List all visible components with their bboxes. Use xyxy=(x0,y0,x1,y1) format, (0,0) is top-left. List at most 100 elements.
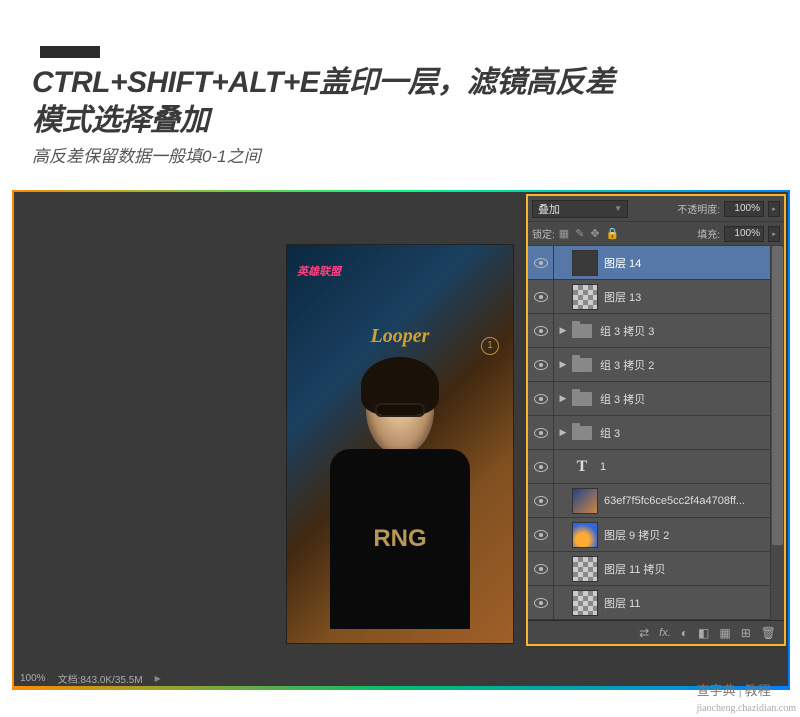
fill-stepper[interactable]: ▸ xyxy=(768,226,780,242)
expand-toggle[interactable]: ▶ xyxy=(554,427,572,438)
lock-row: 锁定: ▦ ✎ ✥ 🔒 填充: 100% ▸ xyxy=(528,222,784,246)
watermark: 查字典 | 教程 jiaocheng.chazidian.com xyxy=(697,680,796,715)
layer-row[interactable]: 63ef7f5fc6ce5cc2f4a4708ff... xyxy=(528,484,784,518)
layer-name: 组 3 拷贝 2 xyxy=(600,357,784,373)
artwork-badge: 1 xyxy=(481,337,499,355)
artwork-preview: 英雄联盟 Looper 1 RNG xyxy=(286,244,514,644)
visibility-toggle[interactable] xyxy=(528,552,554,585)
lock-brush-icon[interactable]: ✎ xyxy=(575,227,584,240)
layer-thumbnail xyxy=(572,250,598,276)
layer-row[interactable]: ▶ 组 3 拷贝 3 xyxy=(528,314,784,348)
scrollbar[interactable] xyxy=(770,246,784,620)
lock-label: 锁定: xyxy=(532,226,555,241)
layer-name: 图层 11 xyxy=(604,595,784,611)
visibility-toggle[interactable] xyxy=(528,280,554,313)
layer-row[interactable]: ▶ 组 3 拷贝 xyxy=(528,382,784,416)
layer-row[interactable]: 图层 11 拷贝 xyxy=(528,552,784,586)
fill-label: 填充: xyxy=(697,226,720,241)
layer-row[interactable]: ▶ 组 3 xyxy=(528,416,784,450)
layer-name: 组 3 拷贝 xyxy=(600,391,784,407)
title-line2: 模式选择叠加 xyxy=(32,104,209,137)
visibility-toggle[interactable] xyxy=(528,416,554,449)
lock-transparent-icon[interactable]: ▦ xyxy=(559,227,569,240)
expand-toggle[interactable]: ▶ xyxy=(554,393,572,404)
opacity-stepper[interactable]: ▸ xyxy=(768,201,780,217)
layers-list: 图层 14 图层 13 ▶ 组 3 拷贝 3 ▶ 组 3 拷贝 2 ▶ 组 3 拷贝 ▶ 组 3 T… xyxy=(528,246,784,620)
layer-thumbnail xyxy=(572,284,598,310)
eye-icon xyxy=(534,530,548,540)
layer-row[interactable]: ▶ 组 3 拷贝 2 xyxy=(528,348,784,382)
visibility-toggle[interactable] xyxy=(528,246,554,279)
eye-icon xyxy=(534,326,548,336)
visibility-toggle[interactable] xyxy=(528,586,554,619)
scrollbar-thumb[interactable] xyxy=(772,246,783,545)
watermark-main: 查字典 | 教程 xyxy=(697,683,771,698)
trash-icon[interactable]: 🗑 xyxy=(761,626,776,640)
blend-row: 叠加 ▼ 不透明度: 100% ▸ xyxy=(528,196,784,222)
gradient-divider xyxy=(12,686,790,690)
layer-row[interactable]: 图层 14 xyxy=(528,246,784,280)
zoom-level[interactable]: 100% xyxy=(20,673,46,684)
visibility-toggle[interactable] xyxy=(528,518,554,551)
blend-mode-select[interactable]: 叠加 ▼ xyxy=(532,200,628,218)
expand-toggle[interactable]: ▶ xyxy=(554,325,572,336)
title-line1: CTRL+SHIFT+ALT+E盖印一层，滤镜高反差 xyxy=(32,66,614,99)
lock-icons: ▦ ✎ ✥ 🔒 xyxy=(559,227,693,240)
lock-position-icon[interactable]: ✥ xyxy=(590,227,599,240)
new-layer-icon[interactable]: ⊞ xyxy=(741,626,751,640)
layer-row[interactable]: T1 xyxy=(528,450,784,484)
layer-name: 组 3 xyxy=(600,425,784,441)
status-bar: 100% 文档:843.0K/35.5M ▶ xyxy=(14,668,788,688)
visibility-toggle[interactable] xyxy=(528,450,554,483)
layer-name: 组 3 拷贝 3 xyxy=(600,323,784,339)
layer-thumbnail xyxy=(572,488,598,514)
artwork-name: Looper xyxy=(371,325,430,348)
eye-icon xyxy=(534,360,548,370)
artwork-person: RNG xyxy=(330,365,470,625)
layer-row[interactable]: 图层 9 拷贝 2 xyxy=(528,518,784,552)
visibility-toggle[interactable] xyxy=(528,382,554,415)
eye-icon xyxy=(534,598,548,608)
layer-name: 图层 13 xyxy=(604,289,784,305)
layer-name: 图层 9 拷贝 2 xyxy=(604,527,784,543)
visibility-toggle[interactable] xyxy=(528,348,554,381)
glasses-icon xyxy=(375,403,425,417)
accent-bar xyxy=(40,46,100,58)
folder-icon xyxy=(572,426,592,440)
layer-name: 63ef7f5fc6ce5cc2f4a4708ff... xyxy=(604,495,784,507)
expand-toggle[interactable]: ▶ xyxy=(554,359,572,370)
fill-input[interactable]: 100% xyxy=(724,226,764,242)
mask-icon[interactable]: ◐ xyxy=(681,626,688,640)
blend-mode-value: 叠加 xyxy=(538,201,560,217)
layer-thumbnail xyxy=(572,590,598,616)
text-layer-icon: T xyxy=(572,458,592,476)
eye-icon xyxy=(534,564,548,574)
layer-row[interactable]: 图层 13 xyxy=(528,280,784,314)
eye-icon xyxy=(534,258,548,268)
layer-row[interactable]: 图层 11 xyxy=(528,586,784,620)
watermark-sub: jiaocheng.chazidian.com xyxy=(697,703,796,714)
layers-footer: ⇄ fx. ◐ ◧ ▦ ⊞ 🗑 xyxy=(528,620,784,644)
opacity-input[interactable]: 100% xyxy=(724,201,764,217)
page-subtitle: 高反差保留数据一般填0-1之间 xyxy=(32,142,261,167)
team-logo: RNG xyxy=(373,525,426,553)
visibility-toggle[interactable] xyxy=(528,484,554,517)
chevron-down-icon: ▼ xyxy=(614,204,622,213)
group-icon[interactable]: ▦ xyxy=(719,626,730,640)
eye-icon xyxy=(534,394,548,404)
visibility-toggle[interactable] xyxy=(528,314,554,347)
doc-info: 文档:843.0K/35.5M xyxy=(58,671,143,686)
layer-thumbnail xyxy=(572,556,598,582)
opacity-label: 不透明度: xyxy=(677,201,720,216)
eye-icon xyxy=(534,496,548,506)
eye-icon xyxy=(534,292,548,302)
adjustment-icon[interactable]: ◧ xyxy=(698,626,709,640)
layer-name: 1 xyxy=(600,461,784,473)
fx-icon[interactable]: fx. xyxy=(659,627,671,639)
app-screenshot: 英雄联盟 Looper 1 RNG 100% 文档:843.0K/35.5M ▶… xyxy=(12,190,790,690)
lock-all-icon[interactable]: 🔒 xyxy=(606,227,620,240)
canvas-area: 英雄联盟 Looper 1 RNG 100% 文档:843.0K/35.5M ▶… xyxy=(14,192,788,688)
link-layers-icon[interactable]: ⇄ xyxy=(639,626,649,640)
layer-name: 图层 11 拷贝 xyxy=(604,561,784,577)
folder-icon xyxy=(572,324,592,338)
